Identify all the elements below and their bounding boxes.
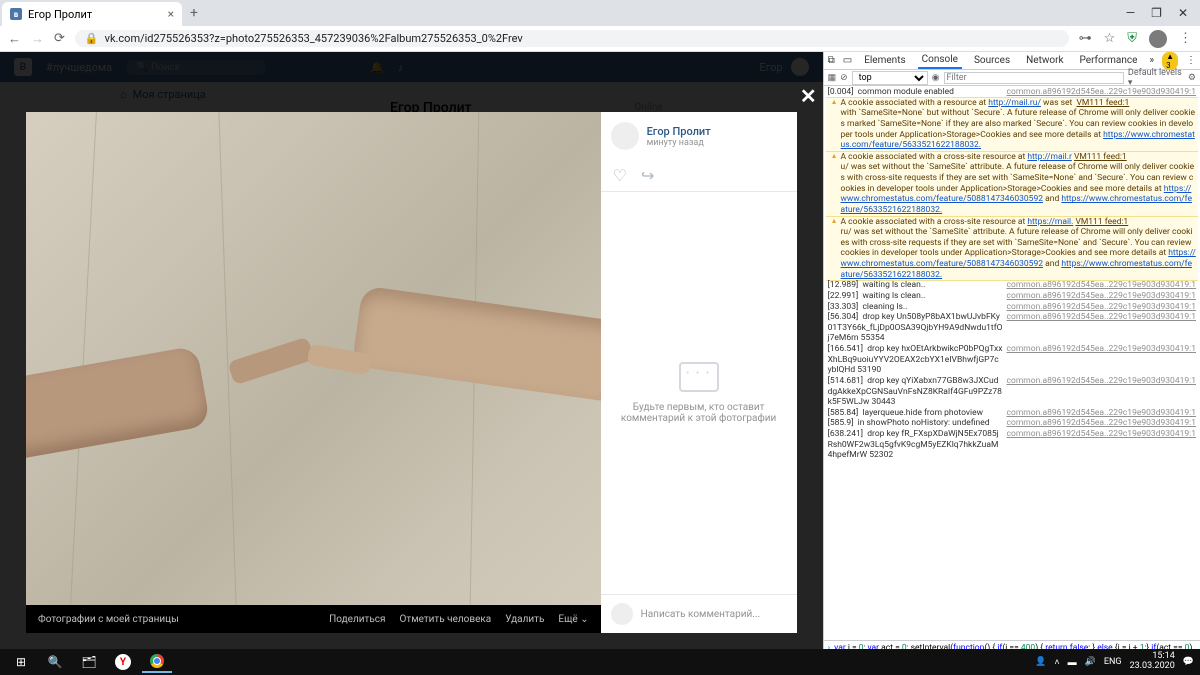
filter-input[interactable]	[944, 72, 1124, 84]
chrome-icon[interactable]	[142, 651, 172, 673]
empty-comments-text: Будьте первым, кто оставит комментарий к…	[617, 402, 781, 424]
console-warning-row: A cookie associated with a cross-site re…	[826, 216, 1198, 282]
eye-icon[interactable]: ◉	[932, 73, 940, 83]
photo-source-label: Фотографии с моей страницы	[38, 614, 179, 625]
more-link[interactable]: Ещё ⌄	[558, 614, 588, 625]
modal-close-icon[interactable]: ✕	[800, 84, 817, 108]
tray-notifications-icon[interactable]: 💬	[1183, 657, 1194, 667]
address-bar: ← → ⟳ 🔒 vk.com/id275526353?z=photo275526…	[0, 26, 1200, 52]
comment-avatar-icon	[611, 603, 633, 625]
back-icon[interactable]: ←	[8, 31, 21, 47]
console-filter-bar: ▦ ⊘ top ◉ Default levels ▾ ⚙	[824, 70, 1200, 86]
tab-elements[interactable]: Elements	[860, 53, 909, 68]
console-log-row: [585.9] in showPhoto noHistory: undefine…	[826, 418, 1198, 429]
photo-time: минуту назад	[647, 138, 711, 148]
browser-tab-strip: в Егор Пролит × + ― ❐ ✕	[0, 0, 1200, 26]
url-text: vk.com/id275526353?z=photo275526353_4572…	[105, 32, 523, 45]
windows-taskbar: ⊞ 🔍 🗂 Y 👤 ˄ ▬ 🔊 ENG 15:14 23.03.2020 💬	[0, 649, 1200, 675]
log-levels-select[interactable]: Default levels ▾	[1128, 68, 1184, 88]
console-log[interactable]: [0.004] common module enabledcommon.a896…	[824, 86, 1200, 640]
tab-title: Егор Пролит	[28, 8, 92, 21]
search-button[interactable]: 🔍	[40, 651, 70, 673]
explorer-icon[interactable]: 🗂	[74, 651, 104, 673]
shield-icon[interactable]: ⛨	[1127, 31, 1137, 46]
console-warning-row: A cookie associated with a cross-site re…	[826, 151, 1198, 217]
star-icon[interactable]: ☆	[1104, 31, 1116, 46]
console-log-row: [33.303] cleaning ls..common.a896192d545…	[826, 302, 1198, 313]
author-name[interactable]: Егор Пролит	[647, 125, 711, 138]
console-log-row: [12.989] waiting ls clean..common.a89619…	[826, 280, 1198, 291]
inspect-icon[interactable]: ⧉	[828, 55, 835, 66]
new-tab-button[interactable]: +	[190, 5, 198, 21]
tray-up-icon[interactable]: ˄	[1054, 657, 1059, 668]
tab-close-icon[interactable]: ×	[168, 7, 174, 21]
empty-comments-icon	[679, 362, 719, 392]
delete-link[interactable]: Удалить	[505, 614, 544, 625]
minimize-icon[interactable]: ―	[1126, 6, 1135, 20]
lock-icon: 🔒	[85, 32, 99, 45]
comment-input[interactable]: Написать комментарий...	[641, 609, 761, 620]
console-log-row: [638.241] drop key fR_FXspXDaWjN5Ex7085j…	[826, 429, 1198, 461]
tab-network[interactable]: Network	[1022, 53, 1067, 68]
url-input[interactable]: 🔒 vk.com/id275526353?z=photo275526353_45…	[75, 30, 1069, 47]
device-icon[interactable]: ▭	[843, 55, 852, 66]
tray-network-icon[interactable]: ▬	[1068, 657, 1077, 668]
page-viewport: В #лучшедома 🔍 Поиск 🔔 ♪ Егор ⌂ Моя стра…	[0, 52, 823, 675]
tray-clock[interactable]: 15:14 23.03.2020	[1130, 652, 1175, 672]
forward-icon[interactable]: →	[31, 31, 44, 47]
console-log-row: [166.541] drop key hxOEtArkbwikcP0bPQgTx…	[826, 344, 1198, 376]
close-window-icon[interactable]: ✕	[1178, 6, 1188, 20]
context-select[interactable]: top	[852, 71, 928, 85]
window-controls: ― ❐ ✕	[1126, 6, 1200, 20]
profile-avatar-icon[interactable]	[1149, 30, 1167, 48]
tab-performance[interactable]: Performance	[1076, 53, 1142, 68]
browser-tab[interactable]: в Егор Пролит ×	[2, 2, 182, 26]
photo-image[interactable]	[26, 112, 601, 605]
share-icon[interactable]: ↪	[641, 166, 654, 185]
photo-sidebar: Егор Пролит минуту назад ♡ ↪ Будьте перв…	[601, 112, 797, 633]
key-icon[interactable]: ⊶	[1079, 31, 1092, 46]
maximize-icon[interactable]: ❐	[1151, 6, 1162, 20]
tab-sources[interactable]: Sources	[970, 53, 1014, 68]
start-button[interactable]: ⊞	[6, 651, 36, 673]
tray-people-icon[interactable]: 👤	[1035, 657, 1046, 667]
console-settings-icon[interactable]: ⚙	[1188, 73, 1196, 83]
devtools-panel: ⧉ ▭ Elements Console Sources Network Per…	[823, 52, 1200, 675]
tag-person-link[interactable]: Отметить человека	[400, 614, 492, 625]
tabs-overflow-icon[interactable]: »	[1149, 55, 1154, 66]
vk-favicon: в	[10, 8, 22, 20]
menu-icon[interactable]: ⋮	[1179, 31, 1192, 46]
devtools-settings-icon[interactable]: ⋮	[1186, 55, 1196, 66]
console-log-row: [585.84] layerqueue.hide from photoviewc…	[826, 408, 1198, 419]
console-log-row: [22.991] waiting ls clean..common.a89619…	[826, 291, 1198, 302]
console-log-row: [56.304] drop key Un508yP8bAX1bwUJvbFKy0…	[826, 312, 1198, 344]
tray-lang[interactable]: ENG	[1104, 657, 1122, 667]
photo-footer: Фотографии с моей страницы Поделиться От…	[26, 605, 601, 633]
console-log-row: [0.004] common module enabledcommon.a896…	[826, 87, 1198, 98]
share-link[interactable]: Поделиться	[329, 614, 385, 625]
tray-volume-icon[interactable]: 🔊	[1085, 657, 1096, 667]
like-icon[interactable]: ♡	[613, 166, 627, 185]
console-log-row: [514.681] drop key qYiXabxn77GB8w3JXCudd…	[826, 376, 1198, 408]
reload-icon[interactable]: ⟳	[54, 31, 65, 46]
yandex-icon[interactable]: Y	[108, 651, 138, 673]
console-warning-row: A cookie associated with a resource at h…	[826, 97, 1198, 152]
tab-console[interactable]: Console	[918, 52, 962, 69]
photo-modal: Фотографии с моей страницы Поделиться От…	[26, 112, 797, 633]
sidebar-toggle-icon[interactable]: ▦	[828, 73, 837, 83]
author-avatar-icon[interactable]	[611, 122, 639, 150]
clear-console-icon[interactable]: ⊘	[840, 73, 848, 83]
